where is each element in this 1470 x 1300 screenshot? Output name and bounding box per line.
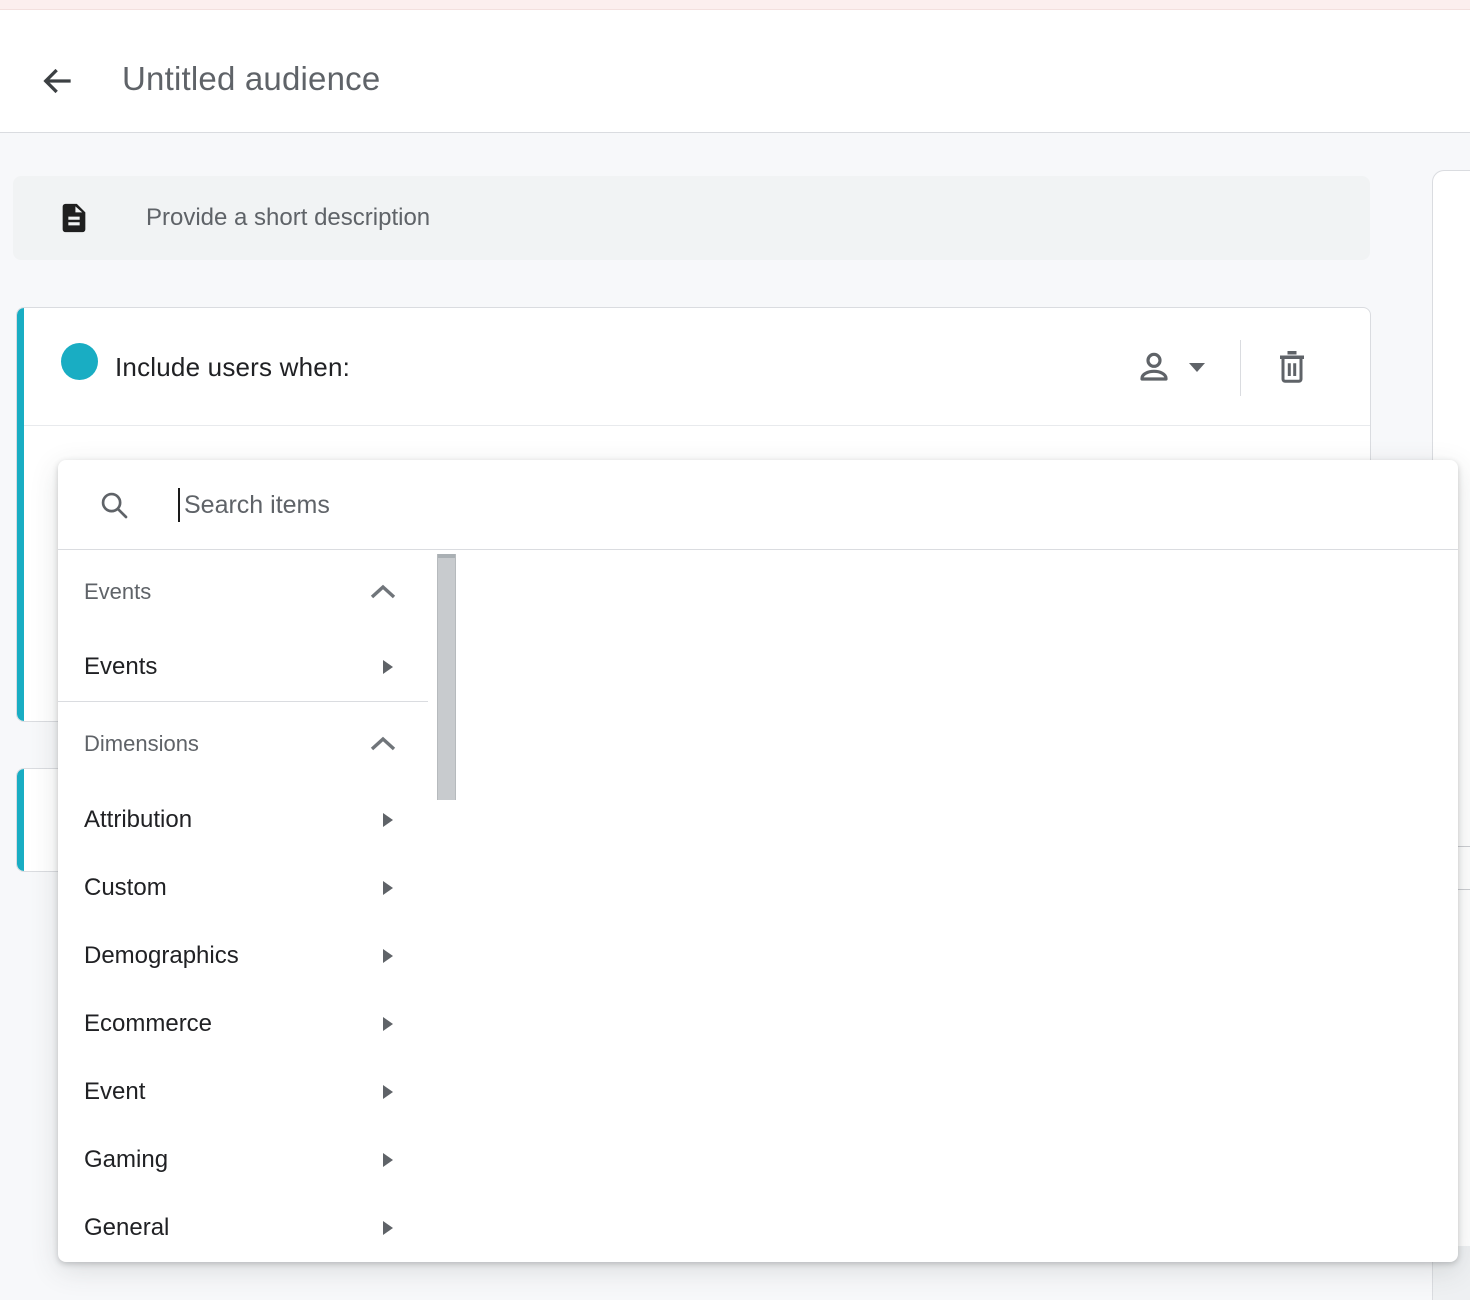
menu-item-general[interactable]: General — [58, 1194, 428, 1262]
description-field[interactable]: Provide a short description — [13, 176, 1370, 260]
search-icon — [98, 489, 130, 521]
page-title: Untitled audience — [122, 60, 380, 98]
arrow-right-icon — [381, 879, 394, 897]
arrow-right-icon — [381, 947, 394, 965]
document-icon — [57, 200, 91, 236]
menu-item-label: Attribution — [84, 806, 381, 834]
group-label: Events — [84, 579, 368, 605]
description-placeholder: Provide a short description — [146, 176, 430, 260]
arrow-right-icon — [381, 1015, 394, 1033]
card-accent-bar — [17, 308, 24, 721]
include-marker-dot — [61, 343, 98, 380]
menu-item-label: Events — [84, 653, 381, 681]
card-accent-bar — [17, 769, 24, 871]
picker-search-field[interactable]: Search items — [58, 460, 1458, 550]
header-divider — [1240, 340, 1241, 396]
notification-bar-sliver — [0, 0, 1470, 10]
group-header-dimensions[interactable]: Dimensions — [58, 702, 428, 786]
arrow-right-icon — [381, 811, 394, 829]
group-header-events[interactable]: Events — [58, 550, 428, 633]
picker-scrollbar[interactable] — [437, 554, 456, 800]
include-card-header: Include users when: — [24, 308, 1370, 426]
menu-item-custom[interactable]: Custom — [58, 854, 428, 922]
chevron-up-icon — [368, 582, 398, 602]
caret-down-icon — [1186, 360, 1208, 374]
menu-item-label: General — [84, 1214, 381, 1242]
menu-item-ecommerce[interactable]: Ecommerce — [58, 990, 428, 1058]
menu-item-events[interactable]: Events — [58, 633, 428, 701]
group-label: Dimensions — [84, 731, 368, 757]
arrow-right-icon — [381, 1083, 394, 1101]
menu-item-label: Ecommerce — [84, 1010, 381, 1038]
menu-item-event[interactable]: Event — [58, 1058, 428, 1126]
menu-item-gaming[interactable]: Gaming — [58, 1126, 428, 1194]
back-button[interactable] — [36, 60, 78, 102]
menu-item-label: Demographics — [84, 942, 381, 970]
arrow-right-icon — [381, 1151, 394, 1169]
top-bar: Untitled audience — [0, 10, 1470, 133]
text-cursor — [178, 488, 180, 522]
arrow-right-icon — [381, 1219, 394, 1237]
delete-card-button[interactable] — [1262, 342, 1322, 392]
person-icon — [1134, 347, 1174, 387]
trash-icon — [1274, 347, 1310, 387]
menu-item-demographics[interactable]: Demographics — [58, 922, 428, 990]
menu-item-label: Gaming — [84, 1146, 381, 1174]
search-placeholder: Search items — [184, 460, 330, 550]
menu-item-attribution[interactable]: Attribution — [58, 786, 428, 854]
item-picker-dropdown: Search items Events Events Dimensions — [58, 460, 1458, 1262]
arrow-left-icon — [39, 63, 75, 99]
scope-selector-button[interactable] — [1118, 342, 1224, 392]
picker-menu: Events Events Dimensions Attrib — [58, 550, 428, 1262]
chevron-up-icon — [368, 734, 398, 754]
include-card-title: Include users when: — [115, 308, 350, 426]
menu-item-label: Event — [84, 1078, 381, 1106]
arrow-right-icon — [381, 658, 394, 676]
menu-item-label: Custom — [84, 874, 381, 902]
